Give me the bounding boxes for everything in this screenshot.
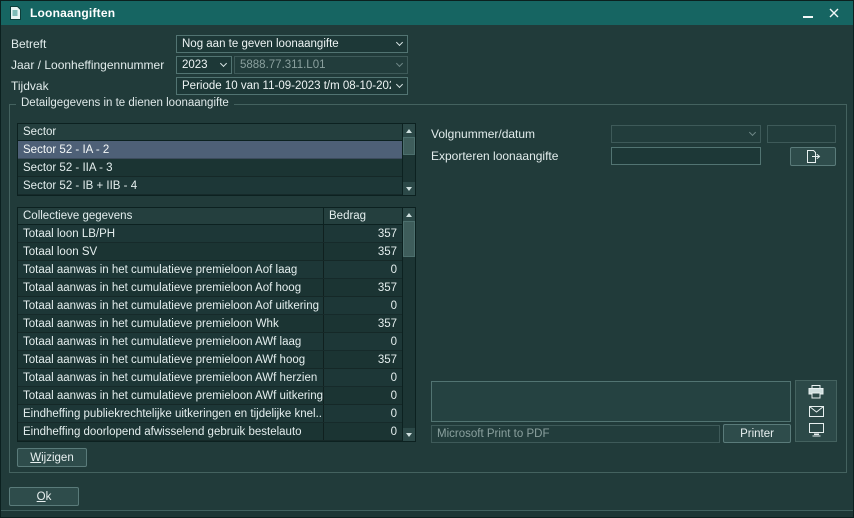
exporteren-label: Exporteren loonaangifte xyxy=(431,150,558,163)
screen-button[interactable] xyxy=(796,420,836,439)
sector-row[interactable]: Sector 52 - IA - 2 xyxy=(18,141,402,159)
table-row[interactable]: Eindheffing doorlopend afwisselend gebru… xyxy=(18,423,402,441)
chevron-down-icon xyxy=(744,126,760,142)
table-row[interactable]: Totaal aanwas in het cumulatieve premiel… xyxy=(18,315,402,333)
table-row[interactable]: Totaal loon LB/PH 357 xyxy=(18,225,402,243)
collectief-scrollbar[interactable] xyxy=(402,208,415,441)
scroll-up-icon[interactable] xyxy=(403,124,415,137)
sector-scrollbar[interactable] xyxy=(402,124,415,195)
print-button[interactable] xyxy=(796,383,836,402)
volgnummer-select[interactable] xyxy=(611,125,761,143)
exporteren-input[interactable] xyxy=(611,147,761,165)
email-button[interactable] xyxy=(796,402,836,421)
minimize-button[interactable] xyxy=(795,1,821,25)
scroll-down-icon[interactable] xyxy=(403,428,415,441)
mail-icon xyxy=(809,406,824,417)
table-row[interactable]: Eindheffing publiekrechtelijke uitkering… xyxy=(18,405,402,423)
tijdvak-select[interactable]: Periode 10 van 11-09-2023 t/m 08-10-2023 xyxy=(176,77,408,95)
sector-row[interactable]: Sector 52 - IIA - 3 xyxy=(18,159,402,177)
jaar-label: Jaar / Loonheffingennummer xyxy=(11,59,164,72)
betreft-label: Betreft xyxy=(11,38,46,51)
export-button[interactable] xyxy=(790,147,836,166)
bedrag-column-header[interactable]: Bedrag xyxy=(324,210,402,222)
sector-table: Sector Sector 52 - IA - 2 Sector 52 - II… xyxy=(17,123,416,196)
groupbox-title: Detailgegevens in te dienen loonaangifte xyxy=(16,97,234,109)
tijdvak-label: Tijdvak xyxy=(11,80,49,93)
collectief-table: Collectieve gegevens Bedrag Totaal loon … xyxy=(17,207,416,442)
close-icon xyxy=(829,8,839,18)
window-bottom-edge xyxy=(1,510,853,518)
chevron-down-icon xyxy=(391,36,407,52)
sector-column-header[interactable]: Sector xyxy=(18,126,402,138)
table-row[interactable]: Totaal aanwas in het cumulatieve premiel… xyxy=(18,279,402,297)
minimize-icon xyxy=(803,16,813,18)
printer-button[interactable]: Printer xyxy=(723,424,791,443)
volgnummer-label: Volgnummer/datum xyxy=(431,128,535,141)
volgnummer-datum-field[interactable] xyxy=(767,125,836,143)
collectief-column-header[interactable]: Collectieve gegevens xyxy=(18,208,324,224)
betreft-select[interactable]: Nog aan te geven loonaangifte xyxy=(176,35,408,53)
chevron-down-icon xyxy=(215,57,231,73)
scroll-up-icon[interactable] xyxy=(403,208,415,221)
table-row[interactable]: Totaal aanwas in het cumulatieve premiel… xyxy=(18,351,402,369)
output-options-panel xyxy=(795,380,837,442)
monitor-icon xyxy=(809,423,824,437)
loonheffingennummer-select[interactable]: 5888.77.311.L01 xyxy=(234,56,408,74)
titlebar: Loonaangiften xyxy=(1,1,853,25)
table-row[interactable]: Totaal aanwas in het cumulatieve premiel… xyxy=(18,297,402,315)
ok-button[interactable]: Ok xyxy=(9,487,79,506)
chevron-down-icon xyxy=(391,78,407,94)
scroll-thumb[interactable] xyxy=(403,137,415,155)
chevron-down-icon xyxy=(391,57,407,73)
table-row[interactable]: Totaal aanwas in het cumulatieve premiel… xyxy=(18,369,402,387)
window-title: Loonaangiften xyxy=(30,6,115,20)
table-row[interactable]: Totaal aanwas in het cumulatieve premiel… xyxy=(18,261,402,279)
printer-name-field[interactable]: Microsoft Print to PDF xyxy=(431,425,720,443)
printer-icon xyxy=(808,385,824,399)
scroll-down-icon[interactable] xyxy=(403,182,415,195)
scroll-thumb[interactable] xyxy=(403,221,415,257)
export-icon xyxy=(806,150,821,163)
loonaangiften-window: Loonaangiften Betreft Nog aan te geven l… xyxy=(0,0,854,518)
close-button[interactable] xyxy=(821,1,847,25)
output-info-box[interactable] xyxy=(431,381,791,422)
table-row[interactable]: Totaal aanwas in het cumulatieve premiel… xyxy=(18,387,402,405)
wijzigen-button[interactable]: Wijzigen xyxy=(17,448,87,467)
table-row[interactable]: Totaal loon SV 357 xyxy=(18,243,402,261)
sector-row[interactable]: Sector 52 - IB + IIB - 4 xyxy=(18,177,402,195)
jaar-select[interactable]: 2023 xyxy=(176,56,232,74)
app-icon xyxy=(7,5,23,21)
table-row[interactable]: Totaal aanwas in het cumulatieve premiel… xyxy=(18,333,402,351)
